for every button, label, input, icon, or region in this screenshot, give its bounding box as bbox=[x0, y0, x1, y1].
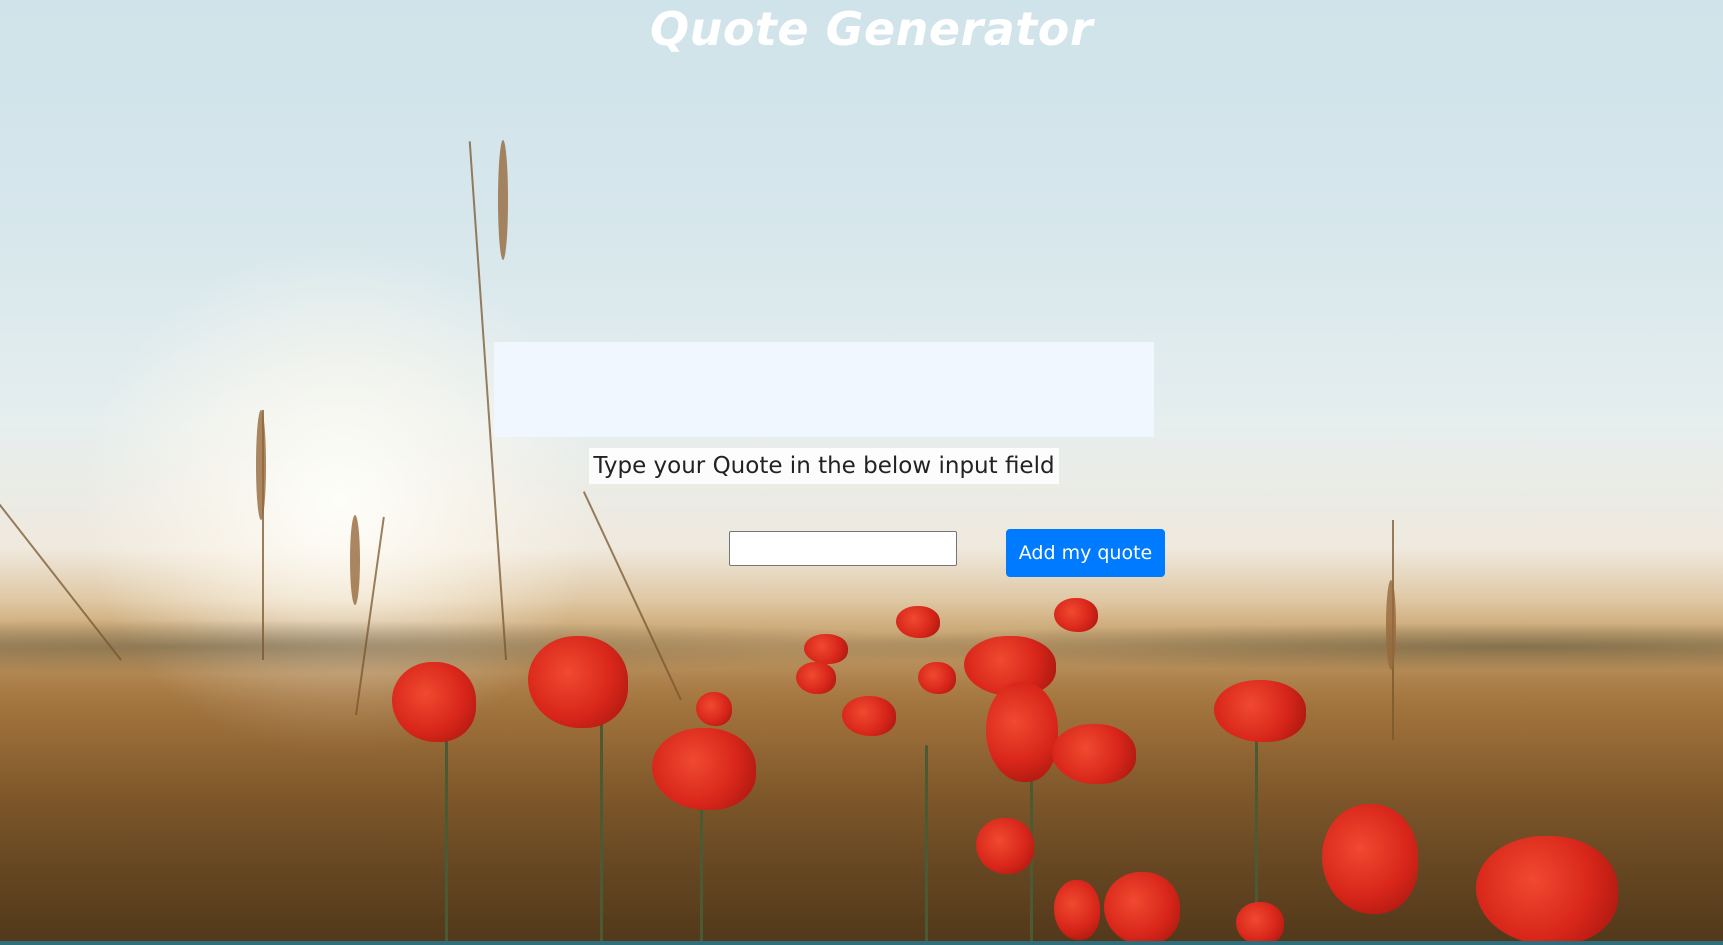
poppy-flower bbox=[796, 662, 836, 694]
poppy-flower bbox=[986, 682, 1058, 782]
poppy-flower bbox=[918, 662, 956, 694]
wheat-head bbox=[1386, 580, 1396, 670]
input-instruction-label: Type your Quote in the below input field bbox=[589, 448, 1059, 484]
poppy-flower bbox=[1214, 680, 1306, 742]
poppy-flower bbox=[1476, 836, 1618, 945]
poppy-flower bbox=[392, 662, 476, 742]
poppy-flower bbox=[652, 728, 756, 810]
poppy-flower bbox=[1052, 724, 1136, 784]
add-quote-button[interactable]: Add my quote bbox=[1006, 529, 1165, 577]
wheat-head bbox=[350, 515, 360, 605]
poppy-flower bbox=[1054, 880, 1100, 940]
poppy-flower bbox=[696, 692, 732, 726]
poppy-flower bbox=[1322, 804, 1418, 914]
quote-display-box bbox=[494, 342, 1154, 437]
poppy-flower bbox=[804, 634, 848, 664]
poppy-flower bbox=[976, 818, 1034, 874]
poppy-stem bbox=[445, 720, 448, 945]
poppy-stem bbox=[700, 800, 703, 945]
poppy-flower bbox=[1104, 872, 1180, 945]
poppy-flower bbox=[896, 606, 940, 638]
poppy-flower bbox=[1054, 598, 1098, 632]
poppy-flower bbox=[528, 636, 628, 728]
wheat-field bbox=[0, 600, 1723, 945]
poppy-stem bbox=[600, 710, 603, 945]
quote-input[interactable] bbox=[729, 531, 957, 566]
wheat-head bbox=[256, 410, 266, 520]
poppy-flower bbox=[1236, 902, 1284, 945]
poppy-stem bbox=[925, 745, 928, 945]
page-title: Quote Generator bbox=[649, 2, 1094, 56]
poppy-flower bbox=[842, 696, 896, 736]
taskbar-edge bbox=[0, 941, 1723, 945]
wheat-head bbox=[498, 140, 508, 260]
